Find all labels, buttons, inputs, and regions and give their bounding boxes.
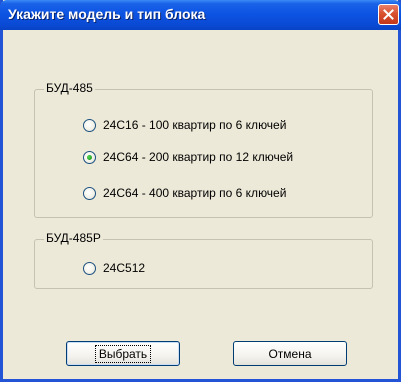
radio-label: 24C16 - 100 квартир по 6 ключей	[103, 118, 287, 132]
radio-label: 24C512	[103, 261, 146, 275]
radio-option-24c512[interactable]: 24C512	[83, 261, 145, 275]
radio-label: 24C64 - 400 квартир по 6 ключей	[103, 186, 287, 200]
select-button[interactable]: Выбрать	[66, 341, 180, 366]
radio-option-24c16-100[interactable]: 24C16 - 100 квартир по 6 ключей	[83, 118, 286, 132]
cancel-button-label: Отмена	[268, 346, 312, 361]
close-button[interactable]	[378, 4, 399, 25]
window-title: Укажите модель и тип блока	[8, 6, 206, 22]
radio-button[interactable]	[83, 261, 96, 275]
select-button-label: Выбрать	[94, 344, 152, 363]
close-icon	[383, 9, 394, 20]
radio-label: 24C64 - 200 квартир по 12 ключей	[103, 150, 294, 164]
cancel-button[interactable]: Отмена	[233, 341, 347, 366]
radio-option-24c64-200[interactable]: 24C64 - 200 квартир по 12 ключей	[83, 150, 293, 164]
radio-button[interactable]	[83, 186, 96, 200]
radio-option-24c64-400[interactable]: 24C64 - 400 квартир по 6 ключей	[83, 186, 286, 200]
group-bud-485r-legend: БУД-485Р	[44, 231, 103, 245]
group-bud-485-legend: БУД-485	[44, 81, 95, 95]
radio-button-selected[interactable]	[83, 150, 96, 164]
radio-button[interactable]	[83, 118, 96, 132]
title-bar[interactable]: Укажите модель и тип блока	[0, 0, 401, 30]
dialog-window: Укажите модель и тип блока БУД-485 24C16…	[0, 0, 401, 382]
